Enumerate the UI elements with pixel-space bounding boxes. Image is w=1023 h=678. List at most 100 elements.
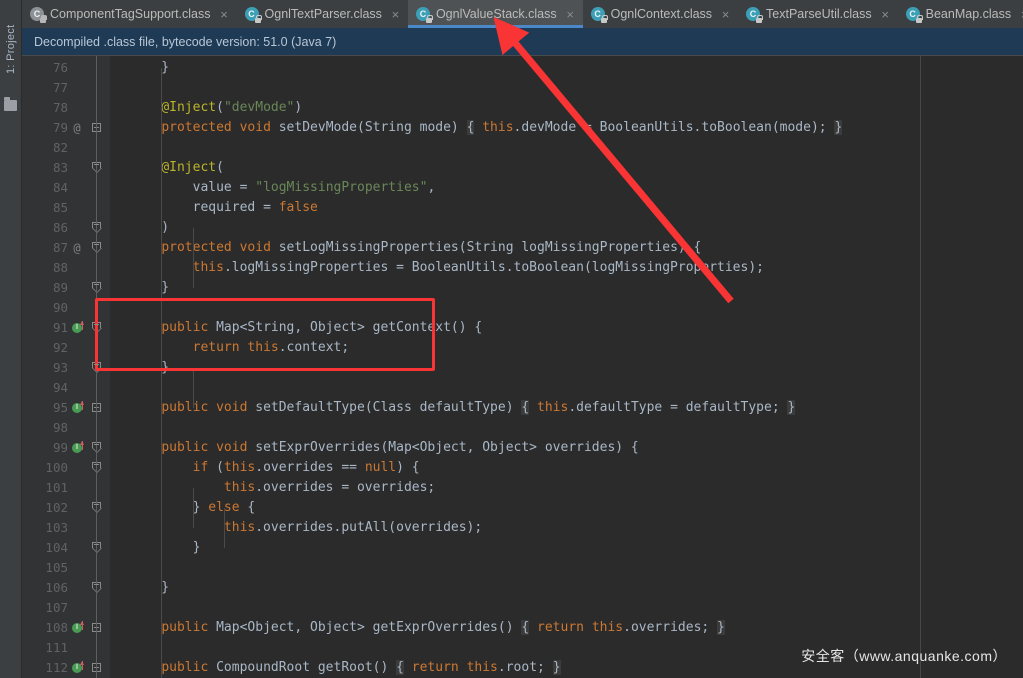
- editor-tab-beanmap[interactable]: CBeanMap.class ×: [897, 0, 1023, 28]
- implemented-method-marker-icon[interactable]: I: [70, 658, 90, 678]
- code-line[interactable]: } else {: [110, 498, 1023, 518]
- editor-tab-textparseutil[interactable]: C TextParseUtil.class ×: [738, 0, 898, 28]
- code-line[interactable]: protected void setDevMode(String mode) {…: [110, 118, 1023, 138]
- code-line[interactable]: public Map<String, Object> getContext() …: [110, 318, 1023, 338]
- code-line-text: }: [130, 60, 170, 75]
- line-number: 111: [45, 640, 68, 655]
- code-line-text: @Inject(: [161, 160, 224, 175]
- line-number: 92: [52, 340, 68, 355]
- code-line[interactable]: }: [110, 358, 1023, 378]
- implemented-method-marker-icon[interactable]: I: [70, 318, 90, 338]
- code-line-text: this.overrides = overrides;: [223, 480, 436, 495]
- annotation-marker-icon: @: [73, 121, 81, 135]
- editor-tab-componenttagsupport[interactable]: C ComponentTagSupport.class ×: [22, 0, 237, 28]
- code-line[interactable]: [110, 558, 1023, 578]
- decompiled-notice-banner: Decompiled .class file, bytecode version…: [22, 28, 1023, 56]
- line-number: 108: [45, 620, 68, 635]
- watermark-text: 安全客（www.anquanke.com）: [801, 648, 1007, 664]
- line-number: 112: [45, 660, 68, 675]
- java-class-file-icon: C: [746, 6, 764, 23]
- line-number: 87: [52, 240, 68, 255]
- fold-region-end-icon[interactable]: [92, 282, 102, 293]
- implemented-method-marker-icon[interactable]: I: [70, 398, 90, 418]
- code-line-text: value = "logMissingProperties",: [192, 180, 436, 195]
- line-number: 82: [52, 140, 68, 155]
- line-number: 103: [45, 520, 68, 535]
- editor-gutter[interactable]: 76 77 78 79 @82 83 84 85 86 87 @88 89 90 91 I 92 93 94 95 I…: [22, 56, 110, 678]
- editor-tab-label: OgnlTextParser.class: [264, 7, 382, 21]
- implemented-method-marker-icon[interactable]: I: [70, 618, 90, 638]
- editor-tab-ognlvaluestack[interactable]: C OgnlValueStack.class ×: [407, 0, 583, 28]
- code-line[interactable]: @Inject("devMode"): [110, 98, 1023, 118]
- fold-region-end-icon[interactable]: [92, 362, 102, 373]
- line-number: 95: [52, 400, 68, 415]
- code-line[interactable]: ): [110, 218, 1023, 238]
- code-line[interactable]: this.overrides.putAll(overrides);: [110, 518, 1023, 538]
- line-number: 77: [52, 80, 68, 95]
- line-number: 93: [52, 360, 68, 375]
- code-line[interactable]: public void setExprOverrides(Map<Object,…: [110, 438, 1023, 458]
- indent-guide: [192, 228, 194, 288]
- code-line[interactable]: this.logMissingProperties = BooleanUtils…: [110, 258, 1023, 278]
- fold-collapse-icon[interactable]: [92, 462, 102, 473]
- fold-collapse-icon[interactable]: [92, 442, 102, 453]
- editor-tab-label: TextParseUtil.class: [766, 7, 872, 21]
- code-line[interactable]: public Map<Object, Object> getExprOverri…: [110, 618, 1023, 638]
- code-line-text: }: [130, 360, 170, 375]
- code-line[interactable]: value = "logMissingProperties",: [110, 178, 1023, 198]
- code-line[interactable]: this.overrides = overrides;: [110, 478, 1023, 498]
- left-tool-strip: 1: Project: [0, 0, 22, 678]
- java-class-file-icon: C: [244, 6, 262, 23]
- code-line[interactable]: [110, 78, 1023, 98]
- line-number: 101: [45, 480, 68, 495]
- line-number: 91: [52, 320, 68, 335]
- code-line[interactable]: }: [110, 58, 1023, 78]
- line-number: 79: [52, 120, 68, 135]
- code-line[interactable]: [110, 378, 1023, 398]
- code-line[interactable]: [110, 138, 1023, 158]
- code-line[interactable]: if (this.overrides == null) {: [110, 458, 1023, 478]
- fold-collapse-icon[interactable]: [92, 322, 102, 333]
- line-number: 85: [52, 200, 68, 215]
- code-line-text: this.logMissingProperties = BooleanUtils…: [192, 260, 764, 275]
- fold-region-end-icon[interactable]: [92, 502, 102, 513]
- close-icon[interactable]: ×: [1019, 8, 1023, 21]
- close-icon[interactable]: ×: [720, 8, 731, 21]
- code-content-area[interactable]: } @Inject("devMode") protected void setD…: [110, 56, 1023, 678]
- fold-collapse-icon[interactable]: [92, 162, 102, 173]
- code-line-text: if (this.overrides == null) {: [192, 460, 420, 475]
- line-number: 107: [45, 600, 68, 615]
- close-icon[interactable]: ×: [565, 8, 576, 21]
- code-line[interactable]: }: [110, 538, 1023, 558]
- fold-region-end-icon[interactable]: [92, 222, 102, 233]
- code-line[interactable]: [110, 598, 1023, 618]
- code-line[interactable]: }: [110, 278, 1023, 298]
- line-number: 89: [52, 280, 68, 295]
- code-line[interactable]: return this.context;: [110, 338, 1023, 358]
- close-icon[interactable]: ×: [390, 8, 401, 21]
- code-line[interactable]: @Inject(: [110, 158, 1023, 178]
- close-icon[interactable]: ×: [880, 8, 891, 21]
- code-line[interactable]: [110, 298, 1023, 318]
- code-line[interactable]: required = false: [110, 198, 1023, 218]
- code-line[interactable]: }: [110, 578, 1023, 598]
- code-line[interactable]: [110, 418, 1023, 438]
- code-editor[interactable]: 76 77 78 79 @82 83 84 85 86 87 @88 89 90 91 I 92 93 94 95 I…: [22, 56, 1023, 678]
- line-number: 100: [45, 460, 68, 475]
- sidebar-item-project[interactable]: 1: Project: [0, 4, 22, 94]
- line-number: 86: [52, 220, 68, 235]
- fold-region-end-icon[interactable]: [92, 582, 102, 593]
- code-line-text: public Map<Object, Object> getExprOverri…: [161, 620, 725, 635]
- close-icon[interactable]: ×: [219, 8, 230, 21]
- code-line-text: public void setDefaultType(Class default…: [161, 400, 796, 415]
- code-line-text: }: [130, 280, 170, 295]
- line-number: 106: [45, 580, 68, 595]
- editor-tab-ognltextparser[interactable]: C OgnlTextParser.class ×: [236, 0, 408, 28]
- fold-region-end-icon[interactable]: [92, 542, 102, 553]
- line-number: 76: [52, 60, 68, 75]
- fold-collapse-icon[interactable]: [92, 242, 102, 253]
- implemented-method-marker-icon[interactable]: I: [70, 438, 90, 458]
- editor-tab-ognlcontext[interactable]: C OgnlContext.class ×: [582, 0, 739, 28]
- code-line[interactable]: protected void setLogMissingProperties(S…: [110, 238, 1023, 258]
- code-line[interactable]: public void setDefaultType(Class default…: [110, 398, 1023, 418]
